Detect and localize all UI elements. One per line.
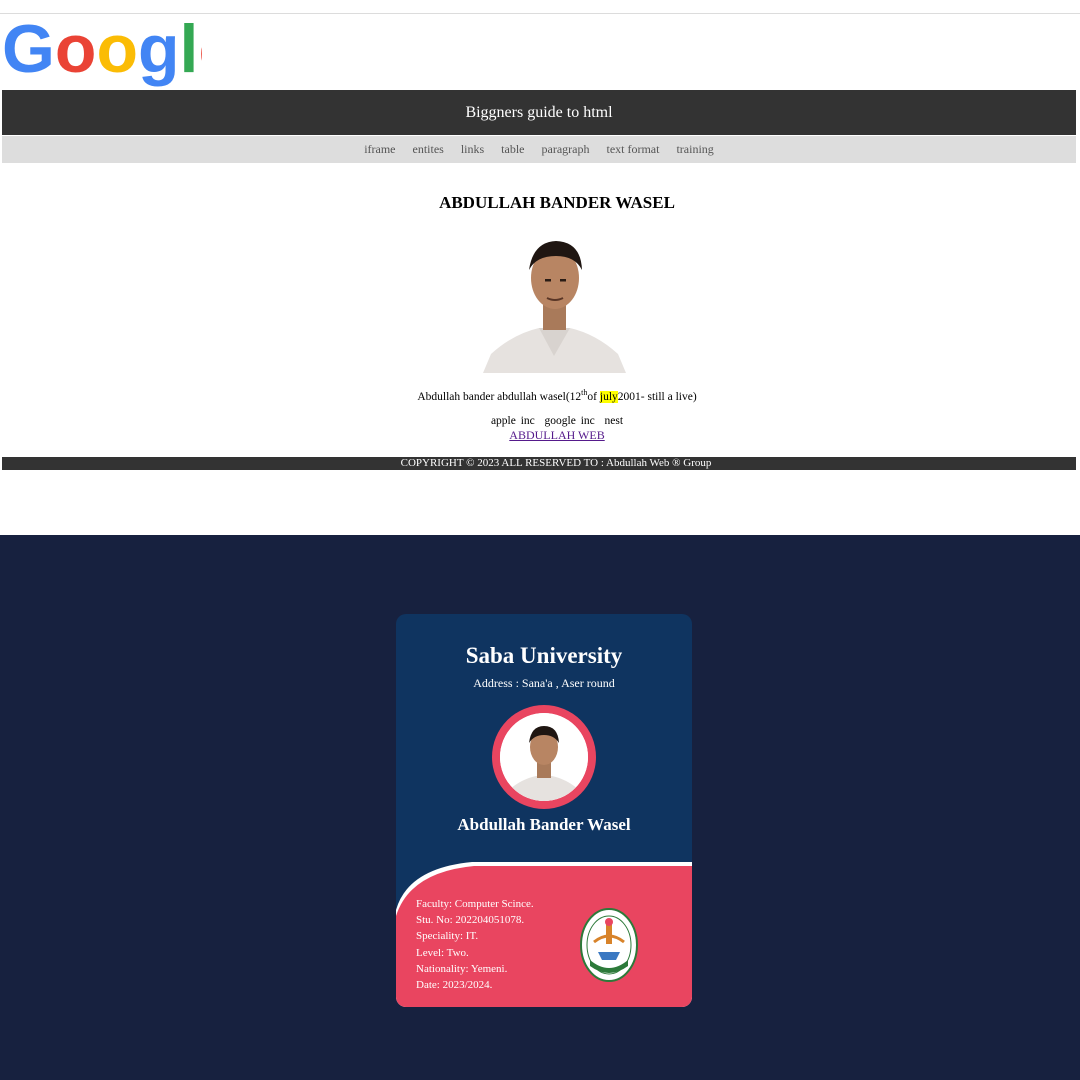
copyright-footer: COPYRIGHT © 2023 ALL RESERVED TO : Abdul…: [2, 457, 1076, 470]
student-photo-frame: [492, 705, 596, 809]
nav-item-iframe[interactable]: iframe: [364, 142, 395, 157]
google-logo[interactable]: Google: [2, 14, 202, 88]
bio-paragraph: Abdullah bander abdullah wasel(12thof ju…: [0, 388, 1080, 403]
abdullah-web-link[interactable]: ABDULLAH WEB: [0, 428, 1080, 443]
companies-text: apple inc google inc nest: [490, 415, 624, 427]
nav-bar: iframe entites links table paragraph tex…: [2, 136, 1076, 163]
nav-item-table[interactable]: table: [501, 142, 524, 157]
bio-suffix: 2001- still a live): [617, 390, 697, 403]
nav-item-paragraph[interactable]: paragraph: [542, 142, 590, 157]
detail-level: Level: Two.: [416, 946, 469, 959]
detail-student-number: Stu. No: 202204051078.: [416, 914, 525, 927]
university-seal-icon: [580, 908, 638, 982]
site-header: Biggners guide to html: [2, 90, 1076, 135]
student-photo-image: [500, 713, 588, 801]
university-address: Address : Sana'a , Aser round: [473, 676, 615, 690]
detail-date: Date: 2023/2024.: [416, 979, 493, 992]
bio-prefix: Abdullah bander abdullah wasel(12: [417, 390, 582, 403]
bio-highlight: july: [599, 390, 618, 403]
site-title: Biggners guide to html: [465, 103, 613, 121]
detail-speciality: Speciality: IT.: [416, 930, 479, 943]
student-id-card: Saba University Address : Sana'a , Aser …: [396, 614, 692, 1007]
svg-text:Google: Google: [2, 14, 202, 87]
student-photo: [500, 713, 588, 801]
student-name: Abdullah Bander Wasel: [457, 815, 631, 834]
profile-photo: [483, 236, 626, 373]
nav-item-text-format[interactable]: text format: [606, 142, 659, 157]
copyright-text: COPYRIGHT © 2023 ALL RESERVED TO : Abdul…: [400, 457, 712, 469]
page-title: ABDULLAH BANDER WASEL: [439, 193, 675, 212]
bio-of: of: [587, 390, 600, 403]
nav-item-entites[interactable]: entites: [413, 142, 444, 157]
nav-item-training[interactable]: training: [676, 142, 713, 157]
student-details: Faculty: Computer Scince. Stu. No: 20220…: [416, 896, 534, 993]
detail-faculty: Faculty: Computer Scince.: [416, 898, 534, 910]
university-name: Saba University: [465, 643, 623, 668]
detail-nationality: Nationality: Yemeni.: [416, 962, 508, 975]
nav-item-links[interactable]: links: [461, 142, 484, 157]
